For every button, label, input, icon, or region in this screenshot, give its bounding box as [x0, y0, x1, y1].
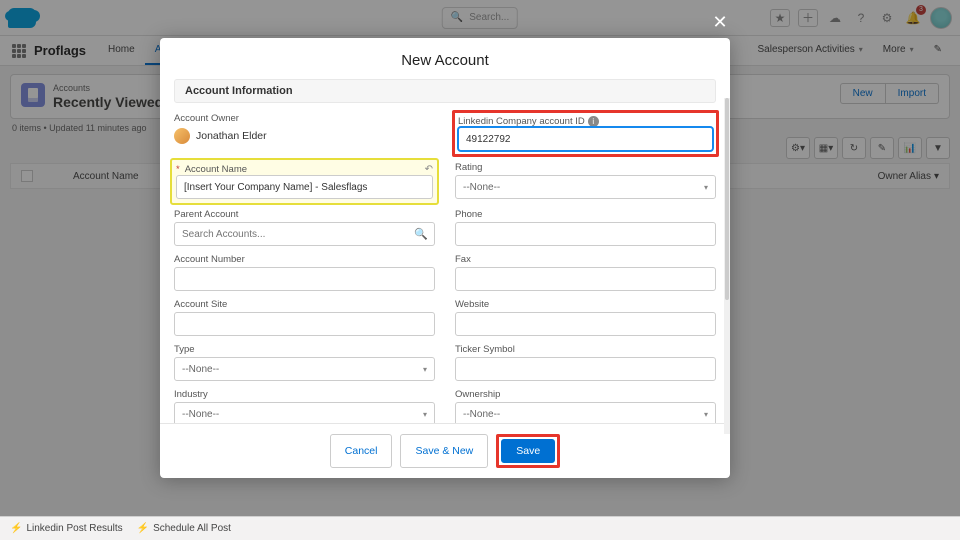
utility-bar: ⚡Linkedin Post Results ⚡Schedule All Pos… — [0, 516, 960, 540]
ownership-select[interactable]: --None--▾ — [455, 402, 716, 423]
website-input[interactable] — [455, 312, 716, 336]
account-site-label: Account Site — [174, 299, 435, 310]
utility-schedule-all-post[interactable]: ⚡Schedule All Post — [137, 523, 231, 534]
account-number-input[interactable] — [174, 267, 435, 291]
ownership-label: Ownership — [455, 389, 716, 400]
account-site-input[interactable] — [174, 312, 435, 336]
parent-account-input[interactable] — [174, 222, 435, 246]
account-number-label: Account Number — [174, 254, 435, 265]
account-name-label: Account Name — [185, 164, 247, 175]
industry-label: Industry — [174, 389, 435, 400]
lightning-icon: ⚡ — [137, 523, 149, 534]
highlight-account-name: Account Name ↶ — [170, 158, 439, 205]
owner-name: Jonathan Elder — [196, 130, 267, 142]
linkedin-id-label: Linkedin Company account ID — [458, 116, 585, 127]
new-account-modal: ✕ New Account Account Information Accoun… — [160, 38, 730, 478]
linkedin-id-input[interactable] — [458, 127, 713, 151]
owner-label: Account Owner — [174, 113, 435, 124]
ticker-label: Ticker Symbol — [455, 344, 716, 355]
modal-footer: Cancel Save & New Save — [160, 423, 730, 478]
type-label: Type — [174, 344, 435, 355]
fax-input[interactable] — [455, 267, 716, 291]
cancel-button[interactable]: Cancel — [330, 434, 393, 468]
lightning-icon: ⚡ — [10, 523, 22, 534]
type-select[interactable]: --None--▾ — [174, 357, 435, 381]
save-and-new-button[interactable]: Save & New — [400, 434, 488, 468]
industry-select[interactable]: --None--▾ — [174, 402, 435, 423]
parent-account-label: Parent Account — [174, 209, 435, 220]
ticker-input[interactable] — [455, 357, 716, 381]
fax-label: Fax — [455, 254, 716, 265]
undo-icon[interactable]: ↶ — [425, 164, 433, 175]
rating-label: Rating — [455, 162, 716, 173]
website-label: Website — [455, 299, 716, 310]
chevron-down-icon: ▾ — [423, 365, 427, 374]
search-icon: 🔍 — [414, 228, 428, 241]
owner-avatar — [174, 128, 190, 144]
chevron-down-icon: ▾ — [704, 410, 708, 419]
highlight-linkedin-field: Linkedin Company account ID i — [452, 110, 719, 157]
modal-title: New Account — [160, 38, 730, 79]
highlight-save-button: Save — [496, 434, 560, 468]
rating-select[interactable]: --None--▾ — [455, 175, 716, 199]
save-button[interactable]: Save — [501, 439, 555, 463]
info-icon[interactable]: i — [588, 116, 599, 127]
close-icon[interactable]: ✕ — [708, 10, 732, 34]
utility-linkedin-post-results[interactable]: ⚡Linkedin Post Results — [10, 523, 123, 534]
phone-input[interactable] — [455, 222, 716, 246]
phone-label: Phone — [455, 209, 716, 220]
chevron-down-icon: ▾ — [423, 410, 427, 419]
chevron-down-icon: ▾ — [704, 183, 708, 192]
account-name-input[interactable] — [176, 175, 433, 199]
section-account-information: Account Information — [174, 79, 716, 103]
